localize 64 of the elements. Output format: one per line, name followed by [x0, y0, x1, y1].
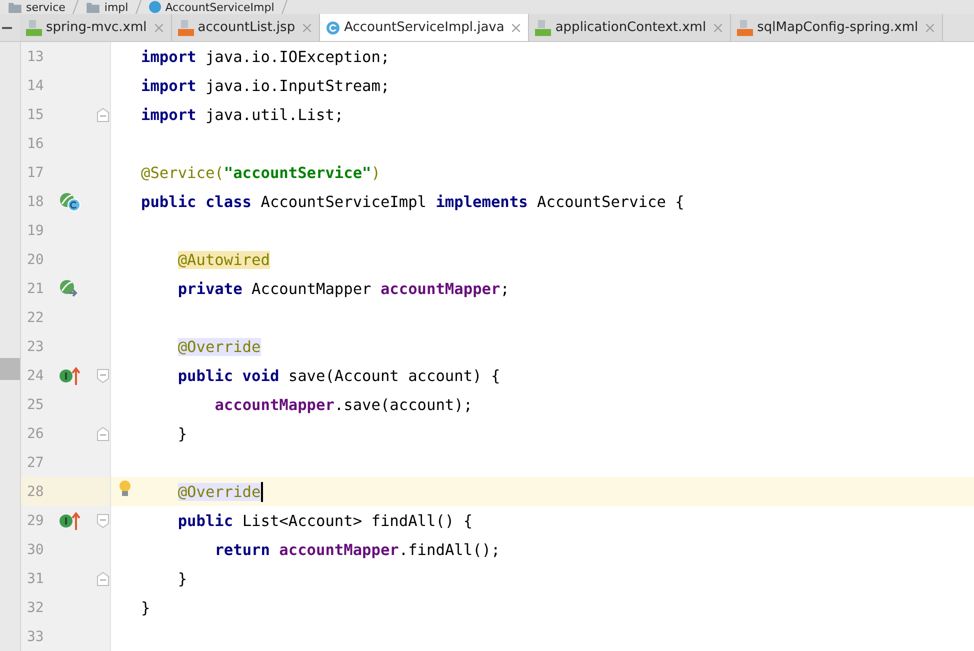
file-tab[interactable]: AccountServiceImpl.java	[320, 14, 530, 41]
line-number: 25	[26, 396, 45, 412]
code-line: public void save(Account account) {	[176, 366, 500, 384]
line-number: 27	[26, 454, 45, 470]
close-icon[interactable]	[512, 24, 520, 32]
xml-file-icon	[26, 20, 42, 36]
file-tab[interactable]: accountList.jsp	[172, 14, 320, 41]
fold-icon[interactable]	[96, 368, 109, 382]
file-tab[interactable]: spring-mvc.xml	[20, 14, 172, 41]
line-number: 19	[26, 222, 45, 238]
line-number: 30	[26, 542, 45, 558]
bean-class-icon[interactable]	[59, 192, 82, 212]
xml-file-icon	[535, 20, 552, 36]
code-line: public List<Account> findAll() {	[176, 512, 473, 530]
code-line: }	[141, 598, 150, 616]
line-number: 15	[26, 106, 45, 122]
code-line: import java.io.IOException;	[141, 48, 390, 66]
line-number: 16	[26, 136, 45, 152]
line-number: 23	[26, 338, 45, 354]
class-icon	[326, 20, 340, 34]
code-line: }	[176, 570, 188, 588]
line-number: 17	[26, 164, 45, 180]
line-number: 31	[26, 570, 45, 586]
line-number: 22	[26, 310, 45, 326]
code-line: }	[176, 424, 188, 442]
close-icon[interactable]	[154, 24, 163, 32]
line-number: 32	[26, 600, 45, 616]
close-icon[interactable]	[926, 24, 934, 32]
jsp-file-icon	[178, 20, 194, 36]
code-line: return accountMapper.findAll();	[214, 540, 500, 558]
line-number: 20	[26, 252, 45, 268]
line-number: 33	[26, 628, 45, 644]
fold-icon[interactable]	[96, 514, 109, 528]
code-line: import java.util.List;	[141, 106, 344, 124]
line-number: 18	[26, 194, 45, 210]
implements-icon[interactable]	[59, 366, 82, 386]
xml-file-icon	[737, 20, 754, 36]
class-icon	[149, 1, 162, 13]
close-icon[interactable]	[303, 24, 312, 32]
breadcrumb-item[interactable]: AccountServiceImpl	[165, 0, 274, 14]
scroll-marker	[0, 358, 20, 380]
implements-icon[interactable]	[59, 510, 82, 530]
fold-icon[interactable]	[96, 426, 109, 440]
line-number: 13	[26, 48, 45, 64]
line-number: 14	[26, 78, 45, 94]
breadcrumb-item[interactable]: service	[26, 0, 66, 14]
line-number: 26	[26, 426, 45, 442]
fold-icon[interactable]	[96, 108, 109, 122]
line-number: 28	[26, 484, 45, 500]
breadcrumb-item[interactable]: impl	[104, 0, 128, 14]
fold-icon[interactable]	[96, 572, 109, 586]
line-number: 29	[26, 512, 45, 528]
code-line: public class AccountServiceImpl implements AccountService {	[141, 192, 684, 210]
minimize-icon[interactable]	[2, 26, 12, 28]
file-tab[interactable]: sqlMapConfig-spring.xml	[731, 14, 944, 41]
line-number: 24	[26, 368, 45, 384]
file-tab[interactable]: applicationContext.xml	[529, 14, 732, 41]
code-line: accountMapper.save(account);	[214, 396, 473, 414]
code-line: @Service("accountService")	[141, 164, 380, 182]
line-number: 21	[26, 280, 45, 296]
close-icon[interactable]	[714, 24, 722, 32]
lightbulb-icon[interactable]	[119, 480, 131, 498]
code-line: import java.io.InputStream;	[141, 76, 390, 94]
code-line: private AccountMapper accountMapper;	[176, 280, 510, 298]
